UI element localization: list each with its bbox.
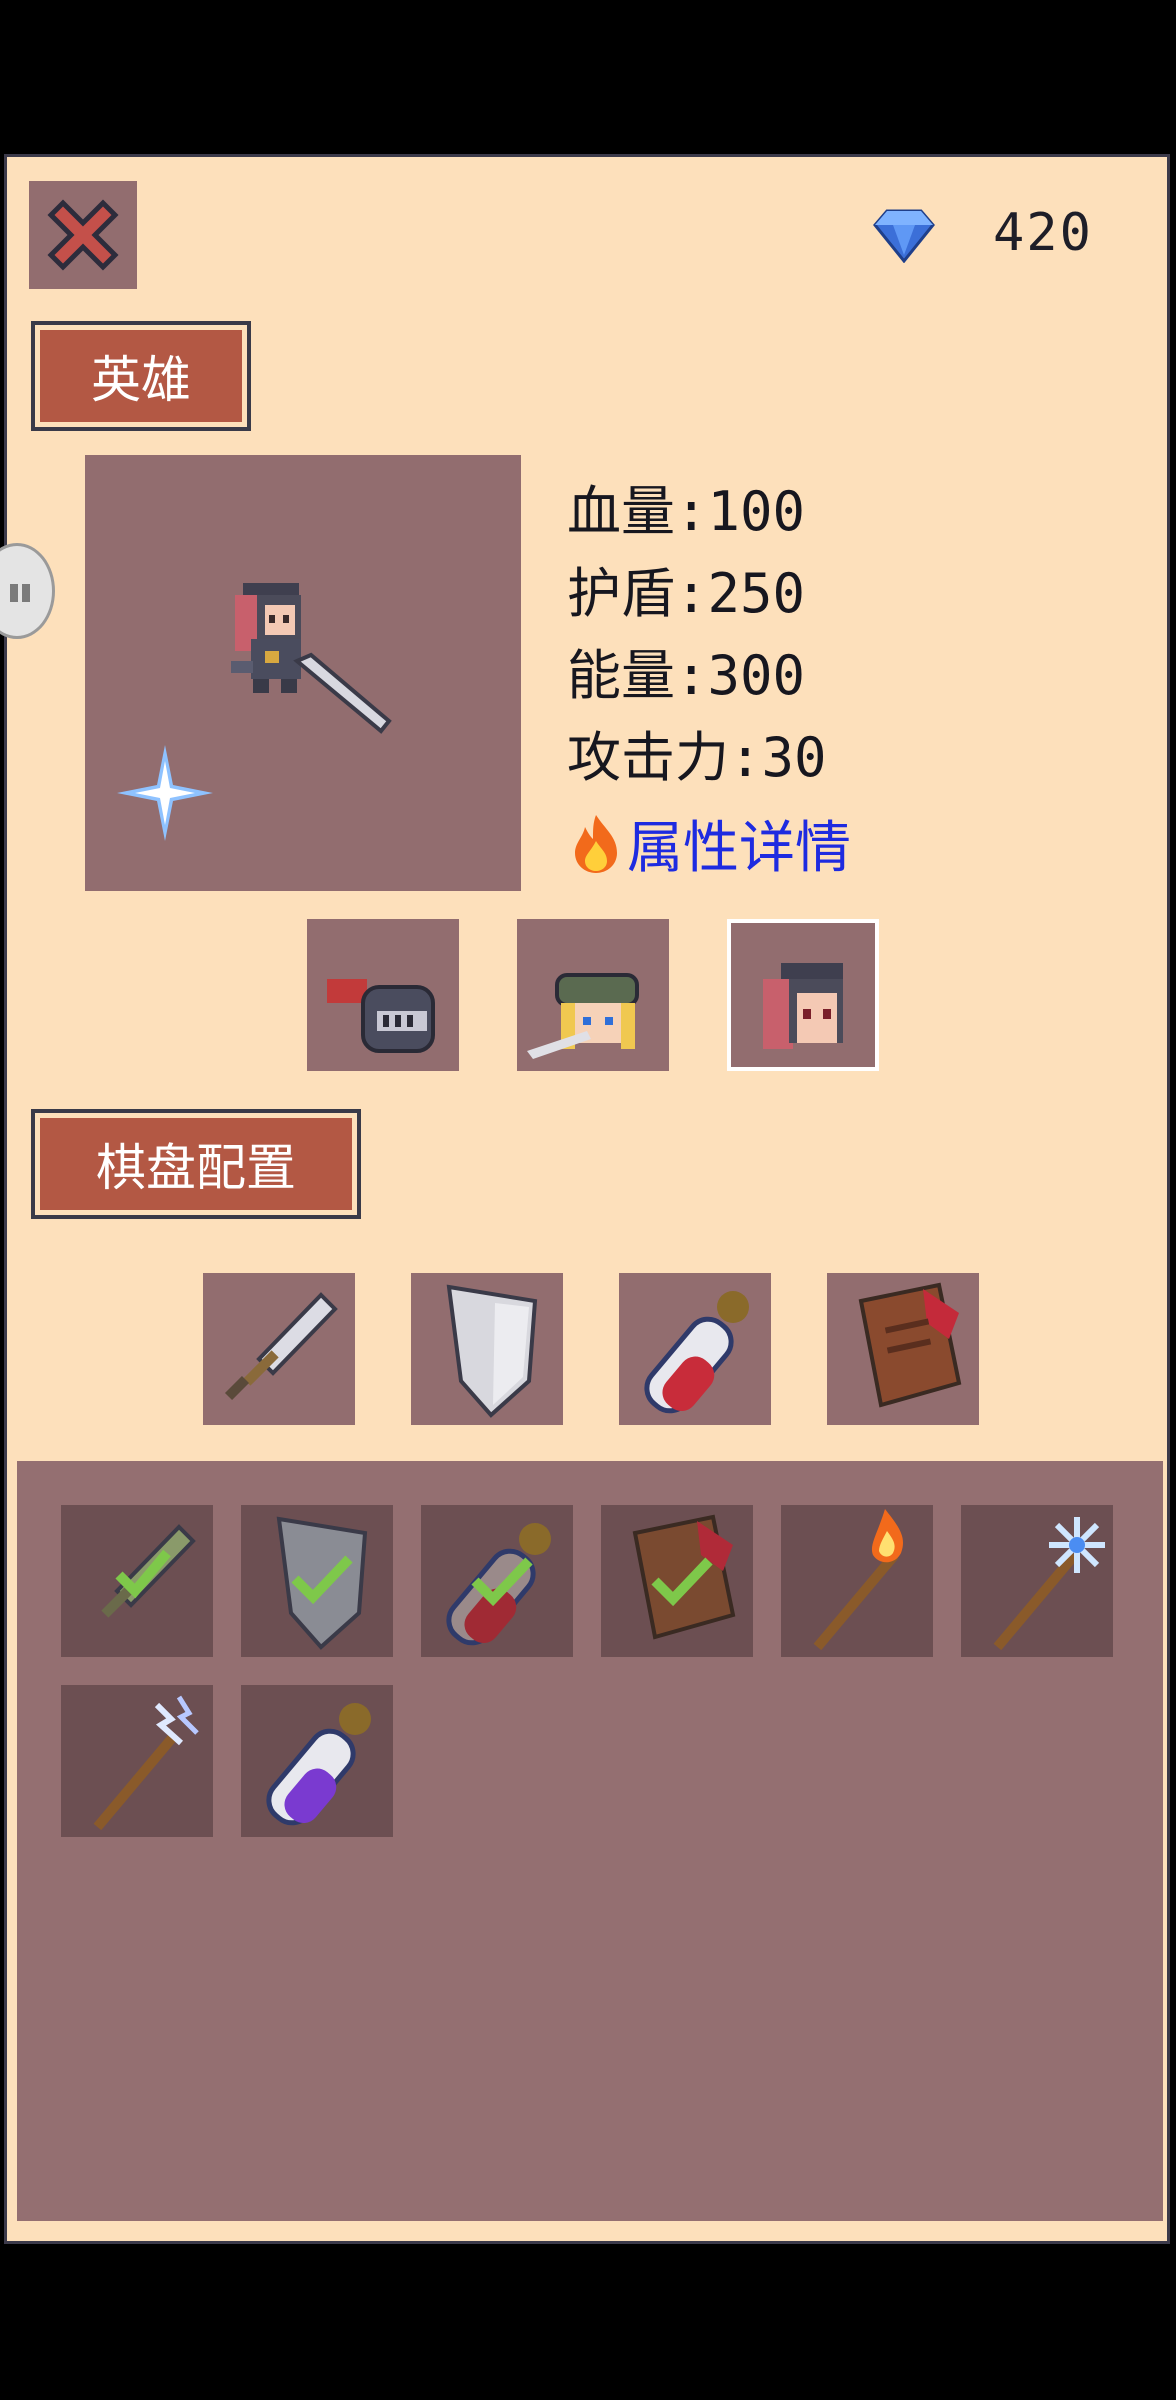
hero-section-label: 英雄 <box>31 321 251 431</box>
portrait-knight[interactable] <box>307 919 459 1071</box>
spellbook-checked-icon <box>632 1514 736 1640</box>
red-potion-checked-icon <box>446 1523 551 1646</box>
attribute-details-link[interactable]: 属性详情 <box>571 803 851 884</box>
board-config-section-label: 棋盘配置 <box>31 1109 361 1219</box>
inventory-sword[interactable] <box>61 1505 213 1657</box>
inventory-purple-potion[interactable] <box>241 1685 393 1837</box>
inventory-spellbook[interactable] <box>601 1505 753 1657</box>
spellbook-icon <box>858 1282 962 1408</box>
fire-staff-icon <box>813 1509 904 1651</box>
flame-icon <box>575 814 617 873</box>
inventory-fire-staff[interactable] <box>781 1505 933 1657</box>
sparkle-icon <box>117 745 213 841</box>
equipped-spellbook[interactable] <box>827 1273 979 1425</box>
equipped-sword[interactable] <box>203 1273 355 1425</box>
inventory-lightning-staff[interactable] <box>61 1685 213 1837</box>
currency-amount: 420 <box>993 203 1093 263</box>
attribute-details-label: 属性详情 <box>627 816 851 881</box>
shield-icon <box>446 1284 538 1418</box>
side-drawer-handle[interactable] <box>0 543 55 639</box>
stat-hp: 血量:100 <box>567 480 806 543</box>
lightning-staff-icon <box>93 1695 199 1831</box>
ice-staff-icon <box>993 1517 1105 1651</box>
sword-icon <box>224 1292 338 1401</box>
portrait-swordswoman[interactable] <box>727 919 879 1071</box>
hero-sprite <box>231 583 392 734</box>
stat-shield: 护盾:250 <box>567 562 806 625</box>
hero-preview <box>85 455 521 891</box>
pause-bars-icon <box>10 584 30 602</box>
diamond-gem-icon <box>873 207 935 263</box>
close-button[interactable] <box>29 181 137 289</box>
hero-panel: 420 英雄 血量:100 护盾:250 能量:300 攻击力:30 属性详情 … <box>0 154 1170 2244</box>
equipped-red-potion[interactable] <box>619 1273 771 1425</box>
stat-energy: 能量:300 <box>567 644 806 707</box>
portrait-ranger[interactable] <box>517 919 669 1071</box>
sword-checked-icon <box>101 1524 196 1618</box>
inventory-shield[interactable] <box>241 1505 393 1657</box>
shield-checked-icon <box>276 1516 368 1650</box>
ranger-portrait-icon <box>527 973 639 1059</box>
equipped-shield[interactable] <box>411 1273 563 1425</box>
knight-helmet-icon <box>327 979 435 1053</box>
purple-potion-icon <box>266 1703 371 1826</box>
swordswoman-portrait-icon <box>763 963 843 1049</box>
close-x-icon <box>47 199 119 271</box>
inventory-red-potion[interactable] <box>421 1505 573 1657</box>
inventory-ice-staff[interactable] <box>961 1505 1113 1657</box>
red-potion-icon <box>644 1291 749 1414</box>
stat-attack: 攻击力:30 <box>567 726 827 789</box>
